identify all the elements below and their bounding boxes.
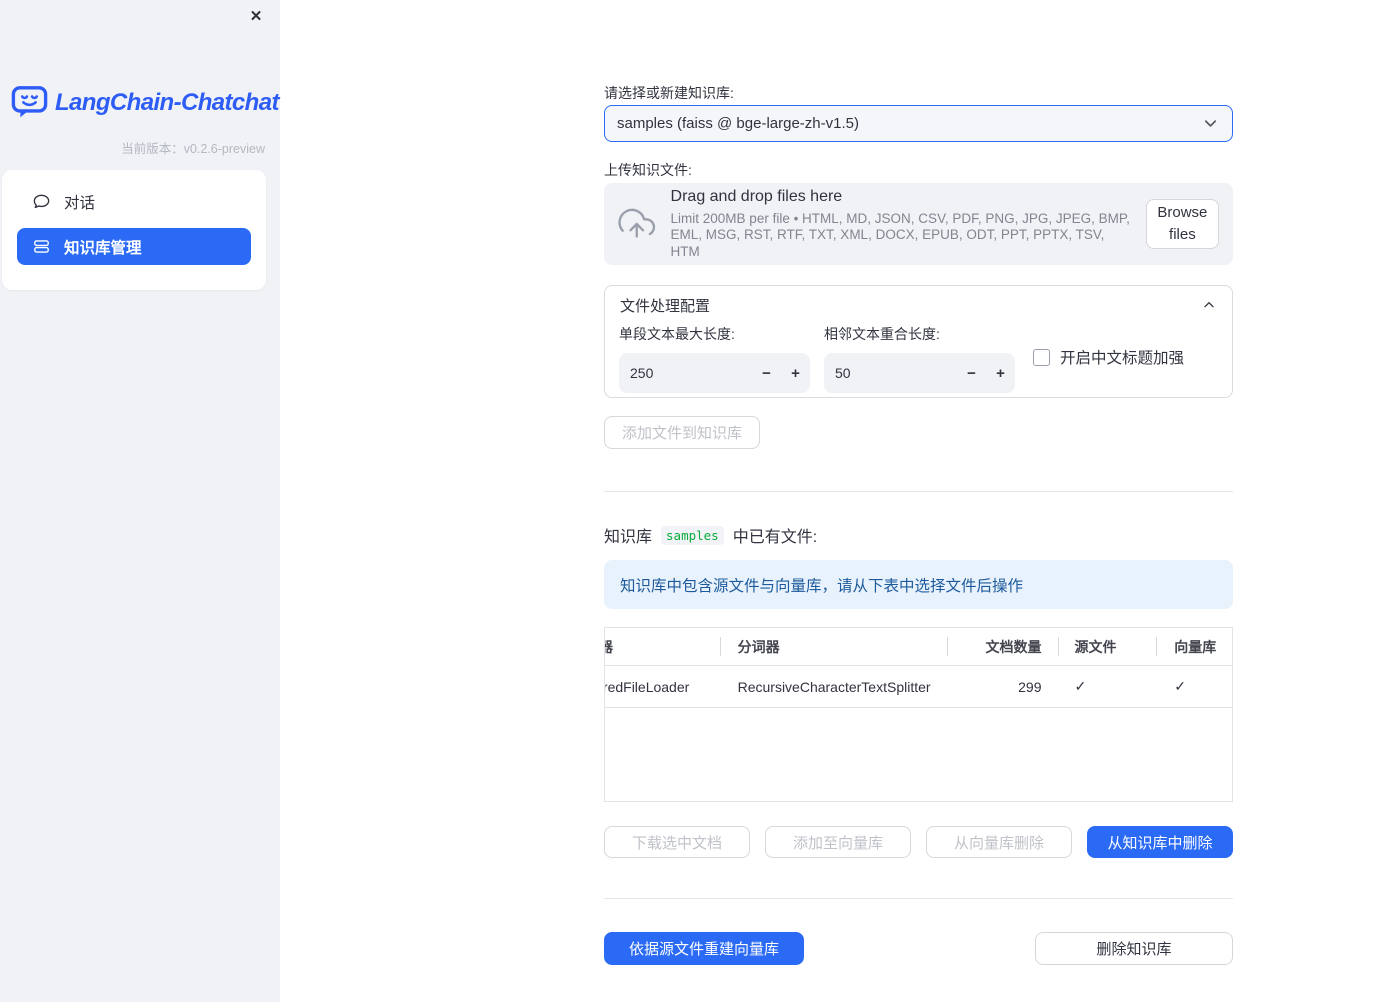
sidebar-item-dialogue[interactable]: 对话 <box>17 183 251 220</box>
zh-title-enhance-checkbox[interactable] <box>1033 348 1050 366</box>
delete-from-kb-button[interactable]: 从知识库中删除 <box>1087 826 1233 858</box>
browse-files-button[interactable]: Browse files <box>1145 199 1219 249</box>
overlap-size-value: 50 <box>835 365 851 381</box>
chunk-size-label: 单段文本最大长度: <box>619 326 735 342</box>
file-dropzone[interactable]: Drag and drop files here Limit 200MB per… <box>604 183 1233 265</box>
upload-label: 上传知识文件: <box>604 162 692 178</box>
kb-name-code: samples <box>661 525 724 545</box>
minus-stepper[interactable]: − <box>957 365 986 382</box>
sidebar: ✕ LangChain-Chatchat 当前版本：v0.2.6-preview <box>0 0 280 1002</box>
expander-body: 单段文本最大长度: 250 − + 相邻文本重合长度: 50 − + 开启中文标… <box>605 324 1232 397</box>
main-content: 请选择或新建知识库: samples (faiss @ bge-large-zh… <box>604 0 1233 1002</box>
cell-vector-store-check: ✓ <box>1174 678 1186 694</box>
minus-stepper[interactable]: − <box>752 365 781 382</box>
sidebar-close-icon[interactable]: ✕ <box>246 7 266 27</box>
column-header-vector-store: 向量库 <box>1156 628 1232 665</box>
kb-line-suffix: 中已有文件: <box>732 529 818 546</box>
rebuild-vector-store-button[interactable]: 依据源文件重建向量库 <box>604 932 804 965</box>
column-header-source-file: 源文件 <box>1057 628 1157 665</box>
chunk-size-input[interactable]: 250 − + <box>619 353 810 393</box>
cell-splitter: RecursiveCharacterTextSplitter <box>737 678 931 695</box>
file-action-buttons: 下载选中文档 添加至向量库 从向量库删除 从知识库中删除 <box>604 826 1233 858</box>
plus-stepper[interactable]: + <box>781 365 810 382</box>
kb-selected-value: samples (faiss @ bge-large-zh-v1.5) <box>617 115 859 132</box>
divider <box>604 491 1233 492</box>
app-logo: LangChain-Chatchat <box>11 85 279 120</box>
version-text: 当前版本：v0.2.6-preview <box>121 142 265 156</box>
chevron-down-icon <box>1201 114 1220 133</box>
chunk-size-field: 单段文本最大长度: 250 − + <box>619 324 810 393</box>
logo-text: LangChain-Chatchat <box>55 88 279 116</box>
column-header-doc-count: 文档数量 <box>946 628 1058 665</box>
download-selected-button[interactable]: 下载选中文档 <box>604 826 750 858</box>
sidebar-item-knowledge-base[interactable]: 知识库管理 <box>17 228 251 265</box>
column-header-splitter: 分词器 <box>719 628 947 665</box>
table-row[interactable]: UnstructuredFileLoader RecursiveCharacte… <box>605 666 1232 708</box>
sidebar-menu: 对话 知识库管理 <box>2 170 266 290</box>
kb-select-label: 请选择或新建知识库: <box>604 85 734 101</box>
add-files-to-kb-button[interactable]: 添加文件到知识库 <box>604 416 761 449</box>
logo-chat-smiley-icon <box>11 86 48 118</box>
plus-stepper[interactable]: + <box>986 365 1015 382</box>
kb-line-prefix: 知识库 <box>604 529 653 546</box>
expander-title: 文件处理配置 <box>620 297 711 315</box>
divider <box>604 898 1233 899</box>
chunk-size-value: 250 <box>630 365 654 381</box>
cloud-upload-icon <box>618 208 656 238</box>
kb-files-table: 文档加载器 分词器 文档数量 源文件 向量库 UnstructuredFileL… <box>604 627 1233 802</box>
chevron-up-icon <box>1201 297 1217 313</box>
kb-existing-files-line: 知识库 samples 中已有文件: <box>604 523 817 547</box>
delete-from-vector-store-button[interactable]: 从向量库删除 <box>926 826 1072 858</box>
table-header-row: 文档加载器 分词器 文档数量 源文件 向量库 <box>605 628 1232 666</box>
delete-kb-button[interactable]: 删除知识库 <box>1035 932 1233 965</box>
dropzone-title: Drag and drop files here <box>670 187 843 205</box>
dropzone-texts: Drag and drop files here Limit 200MB per… <box>671 188 1131 261</box>
chat-bubble-icon <box>32 192 51 211</box>
info-banner: 知识库中包含源文件与向量库，请从下表中选择文件后操作 <box>604 560 1233 609</box>
cell-doc-count: 299 <box>1018 678 1042 695</box>
expander-header[interactable]: 文件处理配置 <box>605 286 1232 324</box>
app-window: ✕ LangChain-Chatchat 当前版本：v0.2.6-preview <box>0 0 1380 1002</box>
info-banner-text: 知识库中包含源文件与向量库，请从下表中选择文件后操作 <box>620 577 1024 595</box>
overlap-size-field: 相邻文本重合长度: 50 − + <box>824 324 1015 393</box>
column-header-loader: 文档加载器 <box>605 638 613 655</box>
dropzone-hint: Limit 200MB per file • HTML, MD, JSON, C… <box>670 210 1130 259</box>
overlap-size-input[interactable]: 50 − + <box>824 353 1015 393</box>
cell-source-file-check: ✓ <box>1074 678 1087 694</box>
sidebar-item-label: 对话 <box>64 194 96 212</box>
add-to-vector-store-button[interactable]: 添加至向量库 <box>765 826 911 858</box>
zh-title-enhance-row: 开启中文标题加强 <box>1033 346 1184 368</box>
cell-loader: UnstructuredFileLoader <box>605 678 690 695</box>
overlap-size-label: 相邻文本重合长度: <box>824 326 940 342</box>
stacked-list-icon <box>32 237 51 256</box>
zh-title-enhance-label[interactable]: 开启中文标题加强 <box>1060 346 1184 368</box>
kb-selectbox[interactable]: samples (faiss @ bge-large-zh-v1.5) <box>604 105 1233 142</box>
sidebar-item-label: 知识库管理 <box>64 239 142 257</box>
file-config-expander: 文件处理配置 单段文本最大长度: 250 − + 相邻文本重合长度: 50 − … <box>604 285 1233 398</box>
